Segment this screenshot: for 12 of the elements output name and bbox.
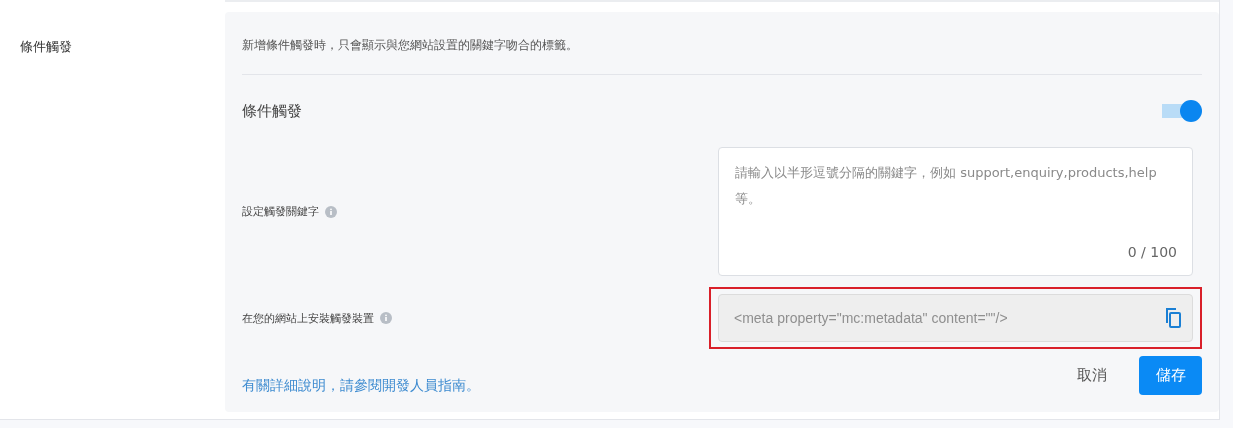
code-text: <meta property="mc:metadata" content=""/>	[734, 310, 1008, 326]
developer-guide-link[interactable]: 有關詳細說明，請參閱開發人員指南。	[242, 377, 480, 395]
info-icon[interactable]	[380, 312, 392, 324]
description-text: 新增條件觸發時，只會顯示與您網站設置的關鍵字吻合的標籤。	[242, 37, 579, 54]
info-icon[interactable]	[325, 205, 337, 218]
cancel-button[interactable]: 取消	[1059, 355, 1125, 395]
section-label: 條件觸發	[20, 39, 72, 54]
field-label: 設定觸發關鍵字	[242, 204, 319, 219]
field-label: 在您的網站上安裝觸發裝置	[242, 310, 374, 326]
character-counter: 0 / 100	[1127, 244, 1177, 260]
save-button[interactable]: 儲存	[1139, 355, 1202, 395]
toggle-label: 條件觸發	[242, 101, 302, 121]
